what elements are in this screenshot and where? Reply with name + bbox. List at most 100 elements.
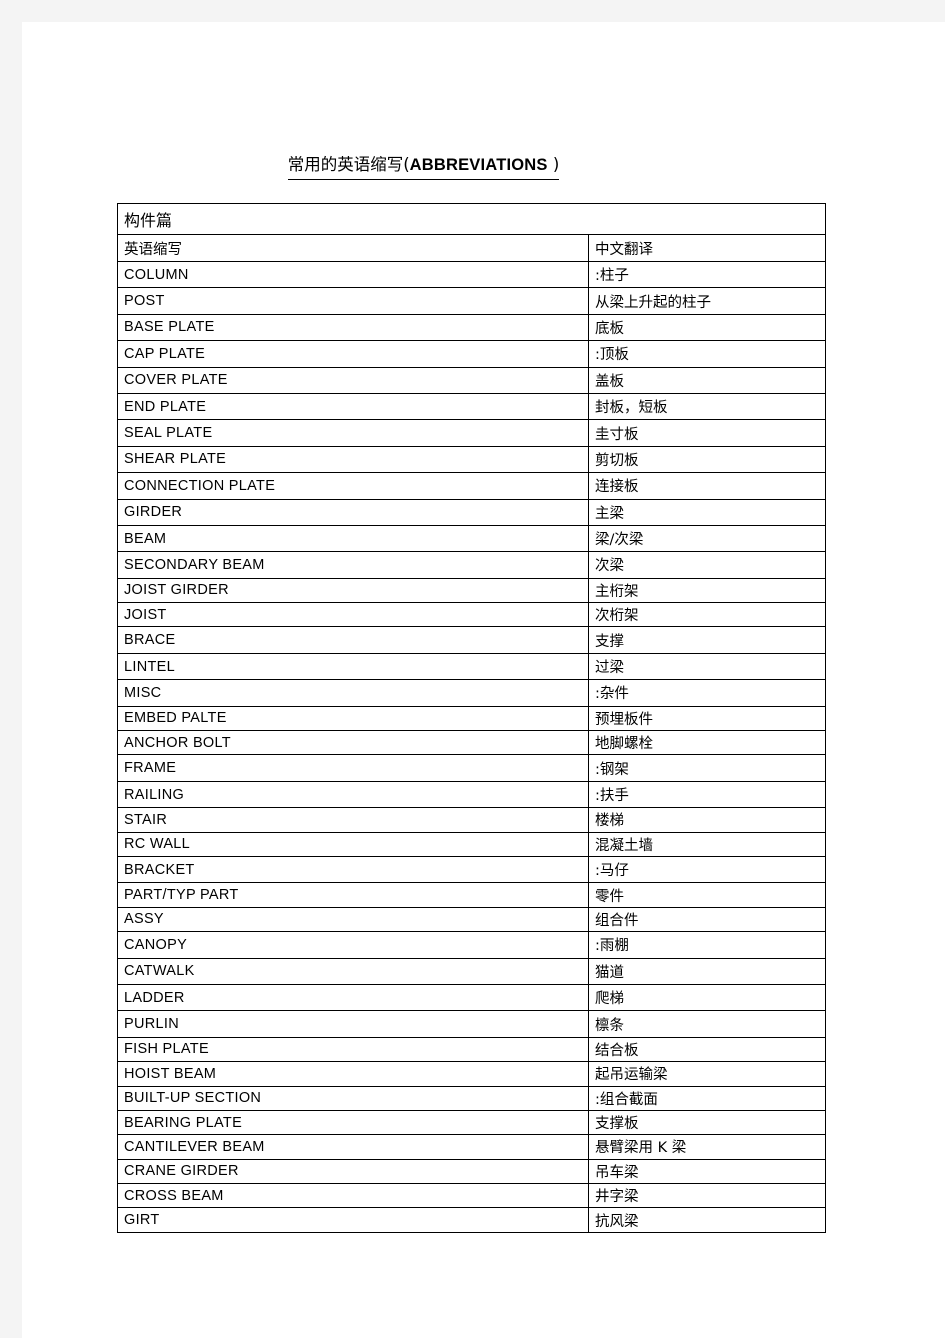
table-row: RAILING:扶手 <box>117 780 827 809</box>
page-title: 常用的英语缩写(ABBREVIATIONS ) <box>287 152 560 180</box>
cell-english-abbreviation: CATWALK <box>117 957 589 985</box>
cell-chinese-translation: 抗风梁 <box>587 1207 827 1233</box>
document-page: 常用的英语缩写(ABBREVIATIONS ) 构件篇 英语缩写 中文翻译 CO… <box>22 22 945 1338</box>
table-row: CRANE GIRDER 吊车梁 <box>117 1158 827 1185</box>
cell-english-abbreviation: END PLATE <box>117 392 589 421</box>
cell-chinese-translation: 预埋板件 <box>587 705 827 732</box>
table-row: POST 从梁上升起的柱子 <box>117 287 827 315</box>
cell-english-abbreviation: MISC <box>117 679 589 707</box>
table-row: EMBED PALTE 预埋板件 <box>117 705 827 732</box>
cell-chinese-translation: 支撑板 <box>587 1109 827 1136</box>
cell-chinese-translation: 猫道 <box>587 957 827 985</box>
table-row: COVER PLATE 盖板 <box>117 366 827 394</box>
cell-english-abbreviation: CANTILEVER BEAM <box>117 1134 589 1160</box>
cell-chinese-translation: 组合件 <box>587 906 827 933</box>
cell-english-abbreviation: ASSY <box>117 906 589 933</box>
page-title-english: ABBREVIATIONS <box>409 156 548 174</box>
cell-english-abbreviation: BASE PLATE <box>117 313 589 342</box>
cell-english-abbreviation: GIRT <box>117 1207 589 1233</box>
table-row: GIRT 抗风梁 <box>117 1207 827 1233</box>
cell-chinese-translation: :扶手 <box>587 780 827 809</box>
cell-english-abbreviation: BUILT-UP SECTION <box>117 1085 589 1111</box>
table-row: HOIST BEAM 起吊运输梁 <box>117 1061 827 1087</box>
cell-chinese-translation: 连接板 <box>587 472 827 500</box>
table-row: STAIR 楼梯 <box>117 807 827 833</box>
cell-chinese-translation: 次桁架 <box>587 602 827 628</box>
table-row: END PLATE 封板，短板 <box>117 392 827 421</box>
table-row: CAP PLATE:顶板 <box>117 340 827 368</box>
cell-english-abbreviation: PURLIN <box>117 1010 589 1038</box>
table-row: SEAL PLATE 圭寸板 <box>117 419 827 447</box>
column-header-english: 英语缩写 <box>117 234 589 262</box>
table-row: MISC:杂件 <box>117 679 827 707</box>
table-row: JOIST GIRDER 主桁架 <box>117 577 827 604</box>
table-row: FISH PLATE 结合板 <box>117 1036 827 1063</box>
table-row: CANOPY:雨棚 <box>117 931 827 959</box>
table-body: 构件篇 英语缩写 中文翻译 COLUMN:柱子 POST 从梁上升起的柱子 BASE … <box>116 203 827 1233</box>
cell-english-abbreviation: CRANE GIRDER <box>117 1158 589 1185</box>
cell-english-abbreviation: HOIST BEAM <box>117 1061 589 1087</box>
cell-english-abbreviation: BRACE <box>117 626 589 654</box>
cell-chinese-translation: 底板 <box>587 313 827 342</box>
table-section-header-row: 构件篇 <box>116 203 827 235</box>
cell-english-abbreviation: CANOPY <box>117 931 589 959</box>
cell-chinese-translation: :顶板 <box>587 340 827 368</box>
table-row: RC WALL 混凝土墙 <box>117 831 827 857</box>
cell-chinese-translation: 主梁 <box>587 498 827 526</box>
cell-chinese-translation: :马仔 <box>587 855 827 884</box>
cell-english-abbreviation: SEAL PLATE <box>117 419 589 447</box>
cell-english-abbreviation: ANCHOR BOLT <box>117 730 589 756</box>
cell-chinese-translation: 过梁 <box>587 652 827 681</box>
cell-chinese-translation: 混凝土墙 <box>587 831 827 857</box>
cell-chinese-translation: 悬臂梁用 K 梁 <box>587 1134 827 1160</box>
page-title-chinese: 常用的英语缩写( <box>287 155 410 174</box>
page-title-tail: ) <box>547 155 560 174</box>
cell-chinese-translation: 梁/次梁 <box>587 524 827 553</box>
cell-english-abbreviation: LINTEL <box>117 652 589 681</box>
cell-english-abbreviation: PART/TYP PART <box>117 882 589 908</box>
cell-chinese-translation: 吊车梁 <box>587 1158 827 1185</box>
abbreviations-table: 构件篇 英语缩写 中文翻译 COLUMN:柱子 POST 从梁上升起的柱子 BASE … <box>116 203 827 1233</box>
column-header-chinese: 中文翻译 <box>587 234 827 262</box>
cell-chinese-translation: 主桁架 <box>587 577 827 604</box>
cell-chinese-translation: 檩条 <box>587 1010 827 1038</box>
table-row: FRAME:钢架 <box>117 754 827 782</box>
cell-english-abbreviation: CAP PLATE <box>117 340 589 368</box>
cell-chinese-translation: :柱子 <box>587 260 827 289</box>
cell-chinese-translation: 从梁上升起的柱子 <box>587 287 827 315</box>
cell-chinese-translation: :雨棚 <box>587 931 827 959</box>
cell-english-abbreviation: BEAM <box>117 524 589 553</box>
cell-english-abbreviation: CONNECTION PLATE <box>117 472 589 500</box>
table-column-header-row: 英语缩写 中文翻译 <box>117 234 827 262</box>
table-row: BRACKET:马仔 <box>117 855 827 884</box>
table-row: ASSY 组合件 <box>117 906 827 933</box>
cell-english-abbreviation: BEARING PLATE <box>117 1109 589 1136</box>
cell-english-abbreviation: POST <box>117 287 589 315</box>
cell-chinese-translation: :组合截面 <box>587 1085 827 1111</box>
cell-english-abbreviation: RC WALL <box>117 831 589 857</box>
cell-english-abbreviation: SECONDARY BEAM <box>117 551 589 579</box>
table-row: PART/TYP PART 零件 <box>117 882 827 908</box>
cell-english-abbreviation: RAILING <box>117 780 589 809</box>
cell-chinese-translation: 支撑 <box>587 626 827 654</box>
cell-chinese-translation: 次梁 <box>587 551 827 579</box>
cell-english-abbreviation: JOIST GIRDER <box>117 577 589 604</box>
table-row: LADDER 爬梯 <box>117 983 827 1012</box>
cell-chinese-translation: 零件 <box>587 882 827 908</box>
cell-chinese-translation: :杂件 <box>587 679 827 707</box>
table-row: BRACE 支撑 <box>117 626 827 654</box>
table-section-title: 构件篇 <box>116 203 827 235</box>
cell-english-abbreviation: SHEAR PLATE <box>117 445 589 474</box>
table-row: CANTILEVER BEAM 悬臂梁用 K 梁 <box>117 1134 827 1160</box>
table-row: GIRDER 主梁 <box>117 498 827 526</box>
cell-chinese-translation: :钢架 <box>587 754 827 782</box>
table-row: CATWALK 猫道 <box>117 957 827 985</box>
table-row: JOIST 次桁架 <box>117 602 827 628</box>
table-row: BASE PLATE 底板 <box>117 313 827 342</box>
document-title-block: 常用的英语缩写(ABBREVIATIONS ) <box>22 152 825 180</box>
cell-english-abbreviation: EMBED PALTE <box>117 705 589 732</box>
table-row: SECONDARY BEAM 次梁 <box>117 551 827 579</box>
cell-english-abbreviation: JOIST <box>117 602 589 628</box>
table-row: CONNECTION PLATE 连接板 <box>117 472 827 500</box>
table-row: BEAM 梁/次梁 <box>117 524 827 553</box>
